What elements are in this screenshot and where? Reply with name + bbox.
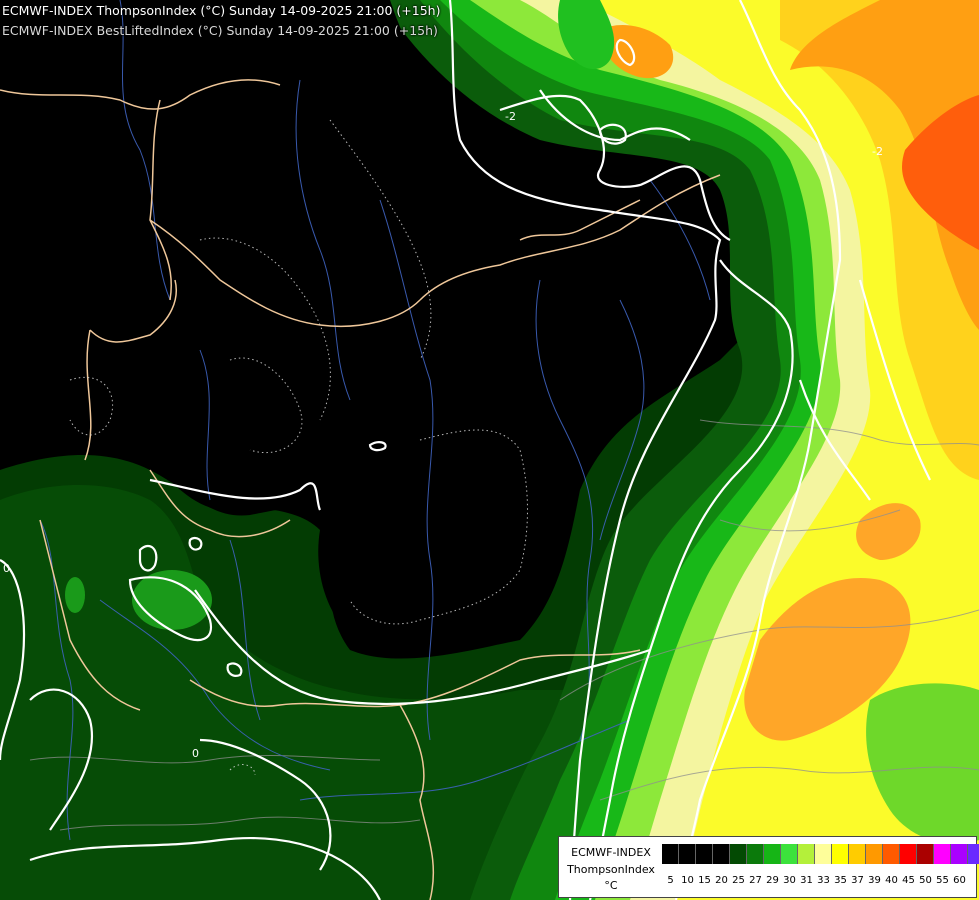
- contour-label-4: 0: [192, 747, 199, 760]
- legend-swatch: [798, 844, 815, 864]
- legend-swatch: [832, 844, 849, 864]
- legend-tick-label: 31: [800, 875, 813, 886]
- contour-label-2: -2: [872, 145, 883, 158]
- legend-tick-label: 33: [817, 875, 830, 886]
- contour-label-3: 0: [3, 562, 10, 575]
- legend-tick-label: 50: [919, 875, 932, 886]
- legend-tick-label: 39: [868, 875, 881, 886]
- legend-tick-label: 45: [902, 875, 915, 886]
- legend-swatch: [900, 844, 917, 864]
- legend-tick-label: 10: [681, 875, 694, 886]
- legend-swatch: [747, 844, 764, 864]
- legend-tick-label: 37: [851, 875, 864, 886]
- legend-swatch: [679, 844, 696, 864]
- legend-tick-label: 30: [783, 875, 796, 886]
- legend-tick-label: [968, 875, 979, 886]
- legend-swatch: [696, 844, 713, 864]
- legend-swatch: [917, 844, 934, 864]
- legend-tick-label: 27: [749, 875, 762, 886]
- legend-parameter: ThompsonIndex: [567, 863, 655, 876]
- legend-tick-label: 40: [885, 875, 898, 886]
- legend-tick-label: 60: [953, 875, 966, 886]
- legend-swatch: [730, 844, 747, 864]
- legend-tick-label: 29: [766, 875, 779, 886]
- legend-ticks: 5 10 15 20 25 27 29 30 31 33 35 37 39 40 45 50 55 60: [662, 875, 979, 886]
- legend-swatch: [934, 844, 951, 864]
- legend-unit: °C: [604, 879, 618, 892]
- map-title-line-1: ECMWF-INDEX ThompsonIndex (°C) Sunday 14…: [2, 3, 441, 18]
- legend-swatch: [815, 844, 832, 864]
- area-green-patch-tiny: [65, 577, 85, 613]
- legend-swatches: [662, 844, 979, 864]
- legend-swatch: [781, 844, 798, 864]
- legend-tick-label: 20: [715, 875, 728, 886]
- legend-swatch: [662, 844, 679, 864]
- map-title-line-2: ECMWF-INDEX BestLiftedIndex (°C) Sunday …: [2, 23, 438, 38]
- legend-tick-label: 35: [834, 875, 847, 886]
- legend-swatch: [883, 844, 900, 864]
- legend-tick-label: 15: [698, 875, 711, 886]
- legend-tick-label: 25: [732, 875, 745, 886]
- legend-swatch: [866, 844, 883, 864]
- legend-swatch: [764, 844, 781, 864]
- legend-tick-label: 55: [936, 875, 949, 886]
- color-legend: ECMWF-INDEX ThompsonIndex °C 5 10 15 20 25 27…: [558, 836, 979, 898]
- weather-map: -2 -2 0 0: [0, 0, 979, 900]
- legend-swatch: [713, 844, 730, 864]
- legend-swatch: [849, 844, 866, 864]
- legend-swatch: [968, 844, 979, 864]
- legend-swatch: [951, 844, 968, 864]
- contour-label-1: -2: [505, 110, 516, 123]
- legend-tick-label: 5: [667, 875, 674, 886]
- legend-model: ECMWF-INDEX: [571, 846, 651, 859]
